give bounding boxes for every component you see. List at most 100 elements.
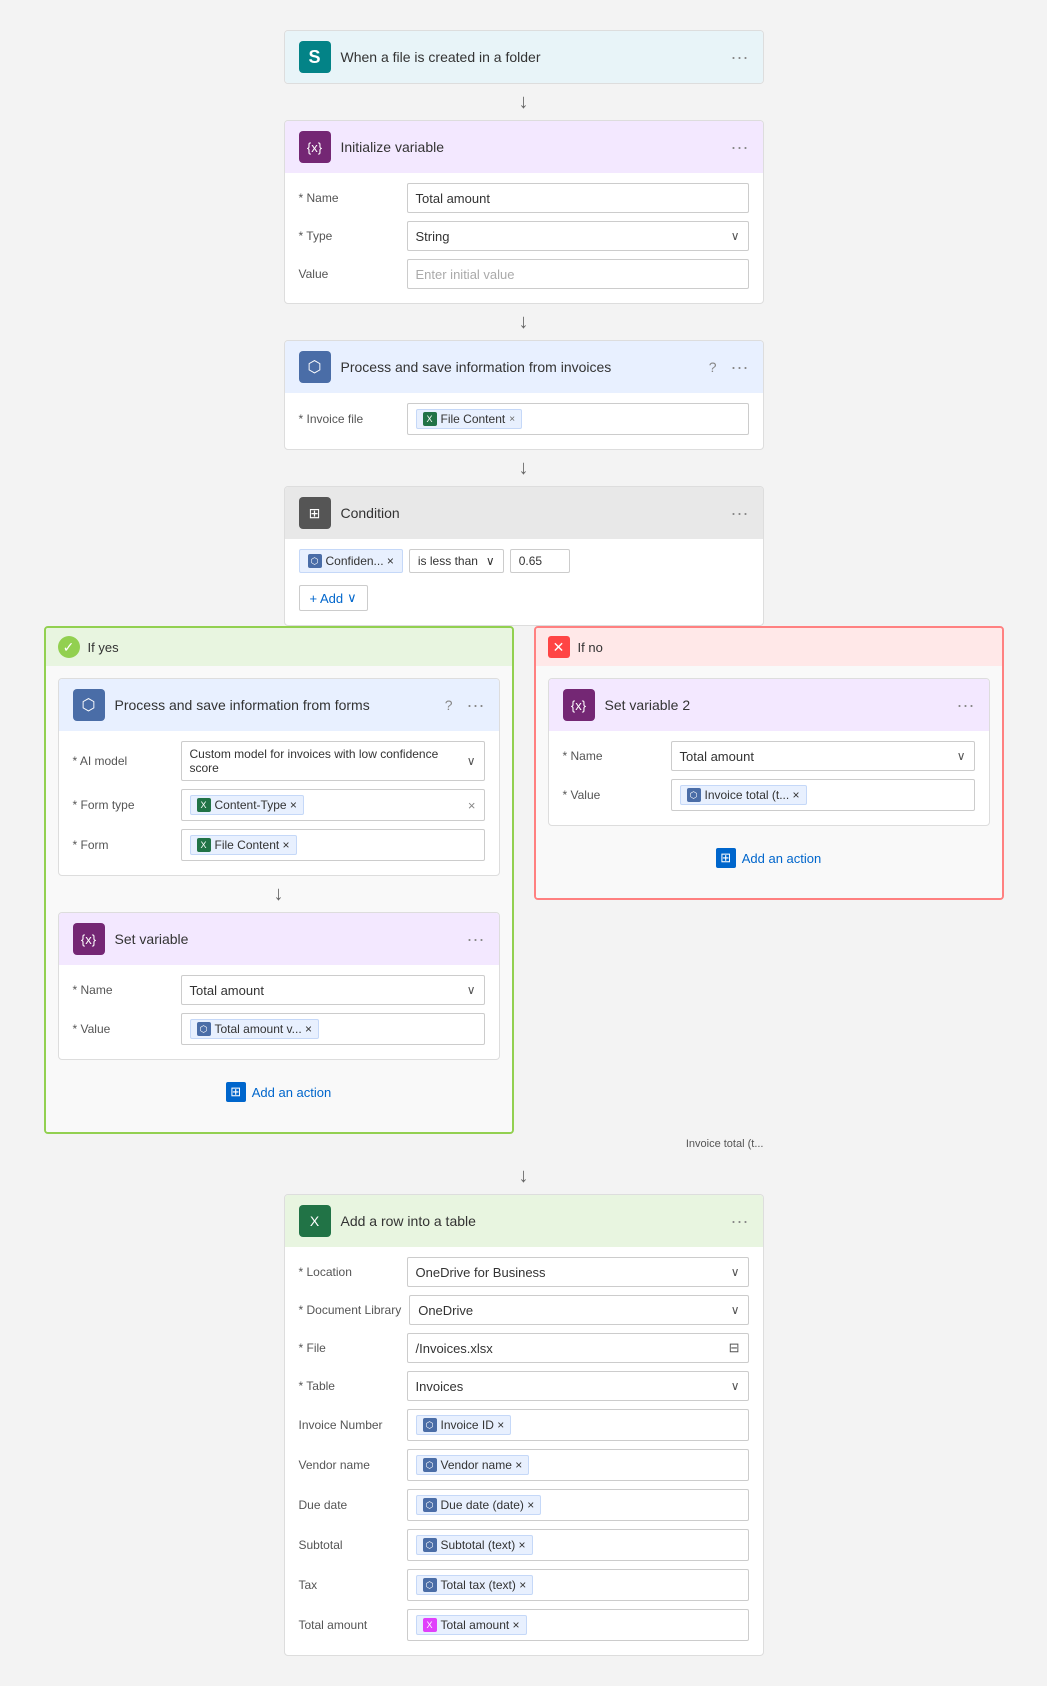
doc-library-input[interactable]: OneDrive ∨ [409,1295,748,1325]
set-var2-menu[interactable]: ··· [957,695,975,716]
set-var-body: * Name Total amount ∨ * Value ⬡ [59,965,499,1059]
add-action-yes[interactable]: ⊞ Add an action [226,1060,332,1120]
set-var-value-input[interactable]: ⬡ Total amount v... × [181,1013,485,1045]
add-condition-btn[interactable]: + Add ∨ [299,581,749,611]
condition-row: ⬡ Confiden... × is less than ∨ 0.65 [299,549,749,573]
set-var2-header: {x} Set variable 2 ··· [549,679,989,731]
file-content-tag[interactable]: X File Content × [416,409,523,429]
set-var2-title: Set variable 2 [605,697,947,713]
form-input[interactable]: X File Content × [181,829,485,861]
add-action-yes-btn[interactable]: ⊞ Add an action [226,1074,332,1110]
content-type-tag[interactable]: X Content-Type × [190,795,304,815]
set-var2-value-input[interactable]: ⬡ Invoice total (t... × [671,779,975,811]
init-var-value-row: Value Enter initial value [299,259,749,289]
total-amount-tag-icon: X [423,1618,437,1632]
tax-row: Tax ⬡ Total tax (text) × [299,1569,749,1601]
file-row: * File /Invoices.xlsx ⊟ [299,1333,749,1363]
location-row: * Location OneDrive for Business ∨ [299,1257,749,1287]
ai-dropdown-arrow: ∨ [467,754,476,768]
set-var2-value-tag[interactable]: ⬡ Invoice total (t... × [680,785,807,805]
add-row-menu[interactable]: ··· [731,1211,749,1232]
set-var-value-tag[interactable]: ⬡ Total amount v... × [190,1019,320,1039]
process-forms-title: Process and save information from forms [115,697,435,713]
add-action-no-btn[interactable]: ⊞ Add an action [716,840,822,876]
form-file-icon: X [197,838,211,852]
vendor-input[interactable]: ⬡ Vendor name × [407,1449,749,1481]
set-var-name-input[interactable]: Total amount ∨ [181,975,485,1005]
file-content-tag-label: File Content [441,412,506,426]
vendor-tag-icon: ⬡ [423,1458,437,1472]
invoice-file-input[interactable]: X File Content × [407,403,749,435]
init-var-name-row: * Name Total amount [299,183,749,213]
add-action-no-label: Add an action [742,851,822,866]
condition-op[interactable]: is less than ∨ [409,549,504,573]
add-row-body: * Location OneDrive for Business ∨ * Doc… [285,1247,763,1655]
init-var-value-label: Value [299,267,399,281]
tax-label: Tax [299,1578,399,1592]
invoice-file-label: * Invoice file [299,412,399,426]
total-amount-tag[interactable]: X Total amount × [416,1615,527,1635]
process-menu[interactable]: ··· [731,357,749,378]
due-date-input[interactable]: ⬡ Due date (date) × [407,1489,749,1521]
process-forms-menu[interactable]: ··· [467,695,485,716]
table-input[interactable]: Invoices ∨ [407,1371,749,1401]
form-file-content-tag[interactable]: X File Content × [190,835,297,855]
process-forms-help[interactable]: ? [445,697,453,713]
add-dropdown-arrow: ∨ [347,590,357,606]
vendor-tag[interactable]: ⬡ Vendor name × [416,1455,530,1475]
add-condition-inner[interactable]: + Add ∨ [299,585,368,611]
init-var-name-input[interactable]: Total amount [407,183,749,213]
if-yes-branch: ✓ If yes ⬡ Process and save information … [44,626,514,1134]
if-yes-label: If yes [88,640,119,655]
init-var-type-input[interactable]: String ∨ [407,221,749,251]
due-date-label: Due date [299,1498,399,1512]
file-content-tag-close[interactable]: × [509,414,515,425]
if-yes-header: ✓ If yes [46,628,512,666]
set-var-tag-icon: ⬡ [197,1022,211,1036]
doc-library-label: * Document Library [299,1303,402,1317]
condition-header: ⊞ Condition ··· [285,487,763,539]
set-var-title: Set variable [115,931,457,947]
form-type-clear[interactable]: × [468,798,476,813]
if-no-body: {x} Set variable 2 ··· * Name Total amou… [536,666,1002,898]
file-content-tag-icon: X [423,412,437,426]
tooltip-area: Invoice total (t... [44,1138,1004,1158]
process-help[interactable]: ? [709,359,717,375]
set-var2-body: * Name Total amount ∨ * Value ⬡ [549,731,989,825]
invoice-number-row: Invoice Number ⬡ Invoice ID × [299,1409,749,1441]
form-type-input[interactable]: X Content-Type × × [181,789,485,821]
condition-tag[interactable]: ⬡ Confiden... × [299,549,403,573]
process-title: Process and save information from invoic… [341,359,699,375]
add-action-no[interactable]: ⊞ Add an action [716,826,822,886]
init-var-header: {x} Initialize variable ··· [285,121,763,173]
if-no-header: ✕ If no [536,628,1002,666]
tax-input[interactable]: ⬡ Total tax (text) × [407,1569,749,1601]
total-amount-input[interactable]: X Total amount × [407,1609,749,1641]
subtotal-label: Subtotal [299,1538,399,1552]
subtotal-input[interactable]: ⬡ Subtotal (text) × [407,1529,749,1561]
add-row-card: X Add a row into a table ··· * Location … [284,1194,764,1656]
subtotal-tag[interactable]: ⬡ Subtotal (text) × [416,1535,533,1555]
ai-model-input[interactable]: Custom model for invoices with low confi… [181,741,485,781]
trigger-card: S When a file is created in a folder ··· [284,30,764,84]
trigger-title: When a file is created in a folder [341,49,721,65]
tax-tag[interactable]: ⬡ Total tax (text) × [416,1575,534,1595]
condition-menu[interactable]: ··· [731,503,749,524]
branch-container: ✓ If yes ⬡ Process and save information … [44,626,1004,1134]
trigger-menu[interactable]: ··· [731,47,749,68]
init-var-value-input[interactable]: Enter initial value [407,259,749,289]
init-var-menu[interactable]: ··· [731,137,749,158]
due-date-tag-icon: ⬡ [423,1498,437,1512]
process-header: ⬡ Process and save information from invo… [285,341,763,393]
location-input[interactable]: OneDrive for Business ∨ [407,1257,749,1287]
condition-val[interactable]: 0.65 [510,549,570,573]
file-browse-icon[interactable]: ⊟ [729,1340,740,1356]
invoice-id-tag[interactable]: ⬡ Invoice ID × [416,1415,512,1435]
set-var2-name-input[interactable]: Total amount ∨ [671,741,975,771]
set-var-menu[interactable]: ··· [467,929,485,950]
invoice-number-input[interactable]: ⬡ Invoice ID × [407,1409,749,1441]
doc-library-row: * Document Library OneDrive ∨ [299,1295,749,1325]
due-date-tag[interactable]: ⬡ Due date (date) × [416,1495,542,1515]
tax-tag-icon: ⬡ [423,1578,437,1592]
file-input[interactable]: /Invoices.xlsx ⊟ [407,1333,749,1363]
